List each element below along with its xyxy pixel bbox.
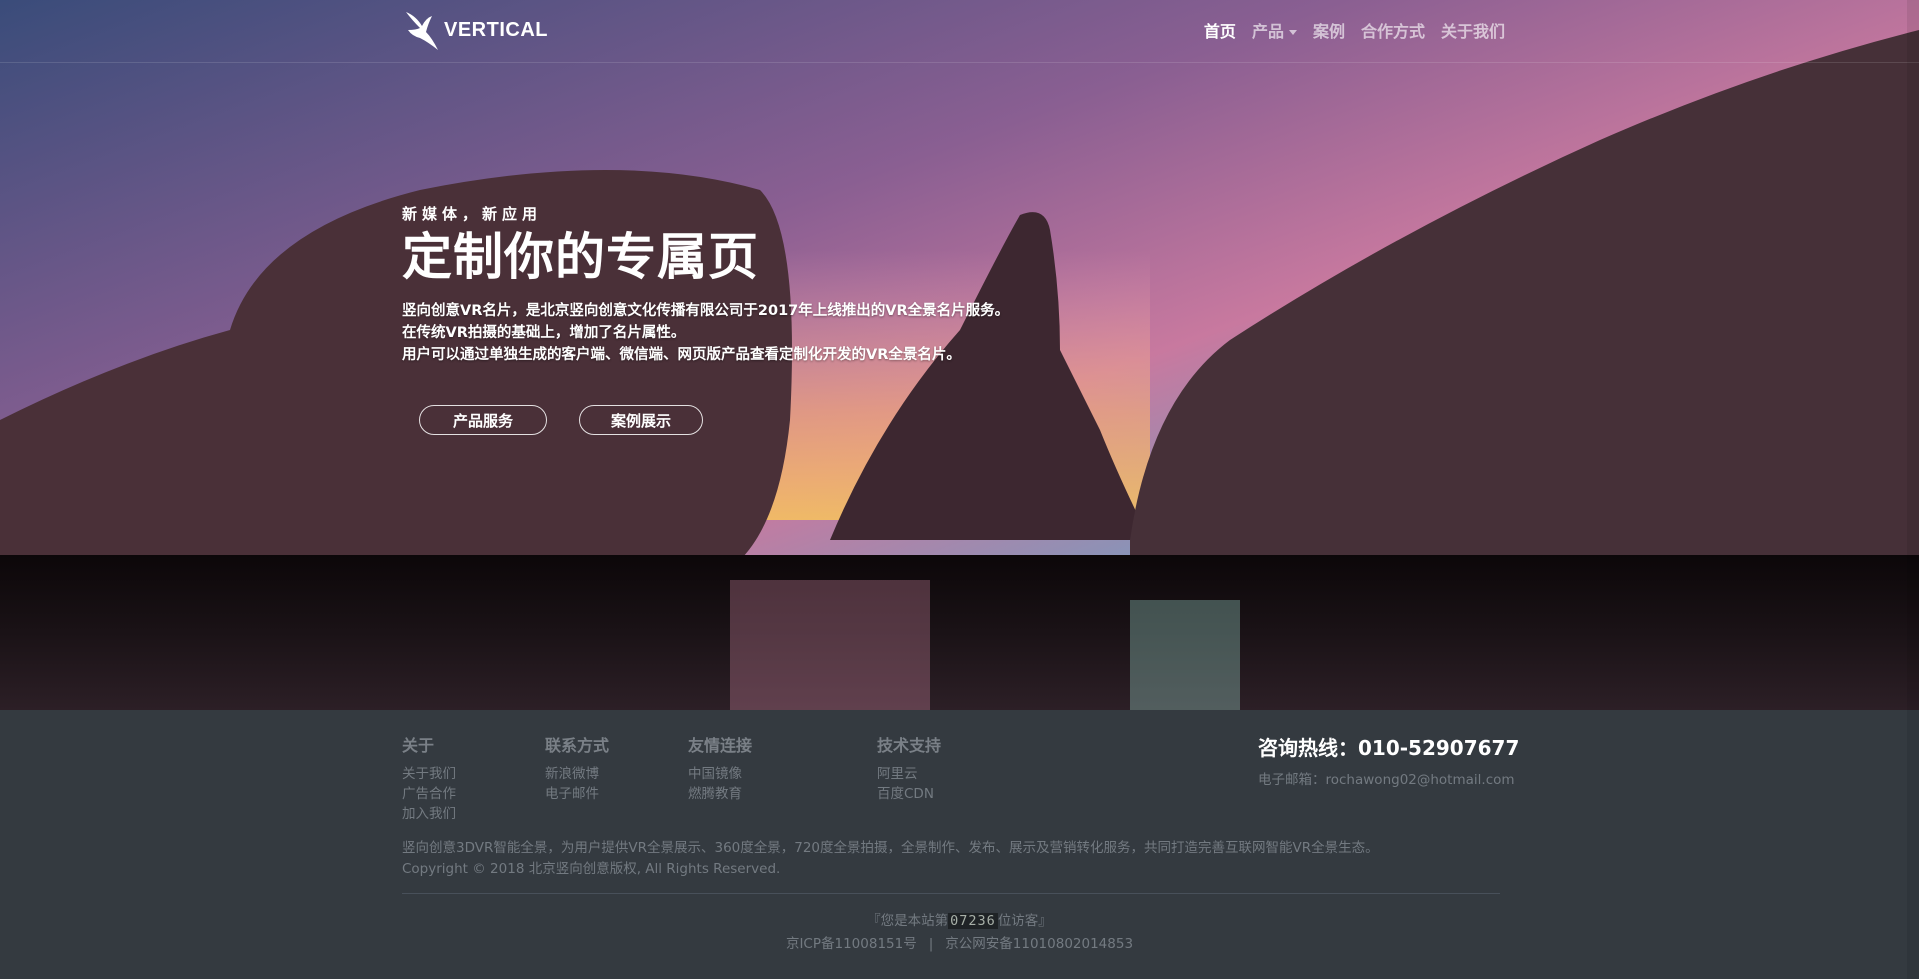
visitor-suffix: 位访客』 bbox=[997, 913, 1052, 929]
hero-content: 新媒体，新应用 定制你的专属页 竖向创意VR名片，是北京竖向创意文化传播有限公司… bbox=[402, 203, 1009, 366]
nav-item-cases[interactable]: 案例 bbox=[1313, 18, 1345, 42]
police-record-link[interactable]: 京公网安备11010802014853 bbox=[945, 936, 1133, 952]
contact-email: 电子邮箱：rochawong02@hotmail.com bbox=[1258, 772, 1515, 788]
footer-description: 竖向创意3DVR智能全景，为用户提供VR全景展示、360度全景，720度全景拍摄… bbox=[402, 840, 1379, 856]
hero-subtitle: 新媒体，新应用 bbox=[402, 205, 543, 223]
hero-buttons: 产品服务 案例展示 bbox=[419, 405, 703, 435]
nav-item-products-label: 产品 bbox=[1251, 22, 1284, 41]
footer-link[interactable]: 中国镜像 bbox=[688, 764, 752, 784]
product-services-button[interactable]: 产品服务 bbox=[419, 405, 547, 435]
bird-logo-icon bbox=[406, 12, 438, 50]
copyright: Copyright © 2018 北京竖向创意版权, All Rights Re… bbox=[402, 861, 781, 877]
nav-item-products[interactable]: 产品 bbox=[1252, 18, 1297, 42]
hero-description-line: 用户可以通过单独生成的客户端、微信端、网页版产品查看定制化开发的VR全景名片。 bbox=[402, 347, 961, 363]
footer-link[interactable]: 加入我们 bbox=[402, 804, 456, 824]
chevron-down-icon bbox=[1288, 30, 1297, 35]
footer-link[interactable]: 关于我们 bbox=[402, 764, 456, 784]
footer-link[interactable]: 广告合作 bbox=[402, 784, 456, 804]
footer-divider bbox=[402, 893, 1500, 894]
footer-column-title: 联系方式 bbox=[545, 736, 610, 755]
footer-link[interactable]: 电子邮件 bbox=[545, 784, 609, 804]
main-nav: 首页 产品 案例 合作方式 关于我们 bbox=[1204, 18, 1505, 42]
footer-about: 竖向创意3DVR智能全景，为用户提供VR全景展示、360度全景，720度全景拍摄… bbox=[402, 838, 1379, 880]
footer-column-friend-links: 友情连接 中国镜像 燃腾教育 bbox=[688, 732, 752, 804]
brand-name: VERTICAL bbox=[444, 18, 548, 41]
hero-title: 定制你的专属页 bbox=[402, 228, 759, 286]
icp-info: 京ICP备11008151号 | 京公网安备11010802014853 bbox=[0, 932, 1919, 952]
case-showcase-button[interactable]: 案例展示 bbox=[579, 405, 703, 435]
nav-item-cooperation[interactable]: 合作方式 bbox=[1361, 18, 1425, 42]
footer-link[interactable]: 阿里云 bbox=[877, 764, 941, 784]
brand-logo[interactable]: VERTICAL bbox=[402, 8, 548, 52]
page-scrollbar[interactable] bbox=[1907, 0, 1919, 979]
hotline: 咨询热线：010-52907677 bbox=[1258, 736, 1520, 760]
hero-description-line: 在传统VR拍摄的基础上，增加了名片属性。 bbox=[402, 325, 686, 341]
nav-item-home[interactable]: 首页 bbox=[1204, 18, 1236, 42]
top-navbar: VERTICAL 首页 产品 案例 合作方式 关于我们 bbox=[0, 0, 1919, 63]
visitor-prefix: 『您是本站第 bbox=[867, 913, 949, 929]
footer-column-title: 友情连接 bbox=[688, 736, 753, 755]
hero-description-line: 竖向创意VR名片，是北京竖向创意文化传播有限公司于2017年上线推出的VR全景名… bbox=[402, 303, 1010, 319]
icp-link[interactable]: 京ICP备11008151号 bbox=[786, 936, 917, 952]
footer-column-contact: 联系方式 新浪微博 电子邮件 bbox=[545, 732, 609, 804]
footer-column-title: 关于 bbox=[402, 736, 435, 755]
hero-description: 竖向创意VR名片，是北京竖向创意文化传播有限公司于2017年上线推出的VR全景名… bbox=[402, 300, 1009, 366]
footer-column-tech-support: 技术支持 阿里云 百度CDN bbox=[877, 732, 941, 804]
footer: 关于 关于我们 广告合作 加入我们 联系方式 新浪微博 电子邮件 友情连接 中国… bbox=[0, 710, 1919, 979]
nav-item-about[interactable]: 关于我们 bbox=[1441, 18, 1505, 42]
footer-column-title: 技术支持 bbox=[877, 736, 942, 755]
visitor-counter: 『您是本站第 07236 位访客』 bbox=[0, 909, 1919, 929]
hero-section: VERTICAL 首页 产品 案例 合作方式 关于我们 新媒体，新应用 定制你的… bbox=[0, 0, 1919, 710]
footer-link[interactable]: 百度CDN bbox=[877, 784, 941, 804]
footer-link[interactable]: 燃腾教育 bbox=[688, 784, 752, 804]
footer-link[interactable]: 新浪微博 bbox=[545, 764, 609, 784]
footer-column-about: 关于 关于我们 广告合作 加入我们 bbox=[402, 732, 456, 824]
visitor-count: 07236 bbox=[948, 913, 998, 929]
separator: | bbox=[928, 936, 934, 952]
